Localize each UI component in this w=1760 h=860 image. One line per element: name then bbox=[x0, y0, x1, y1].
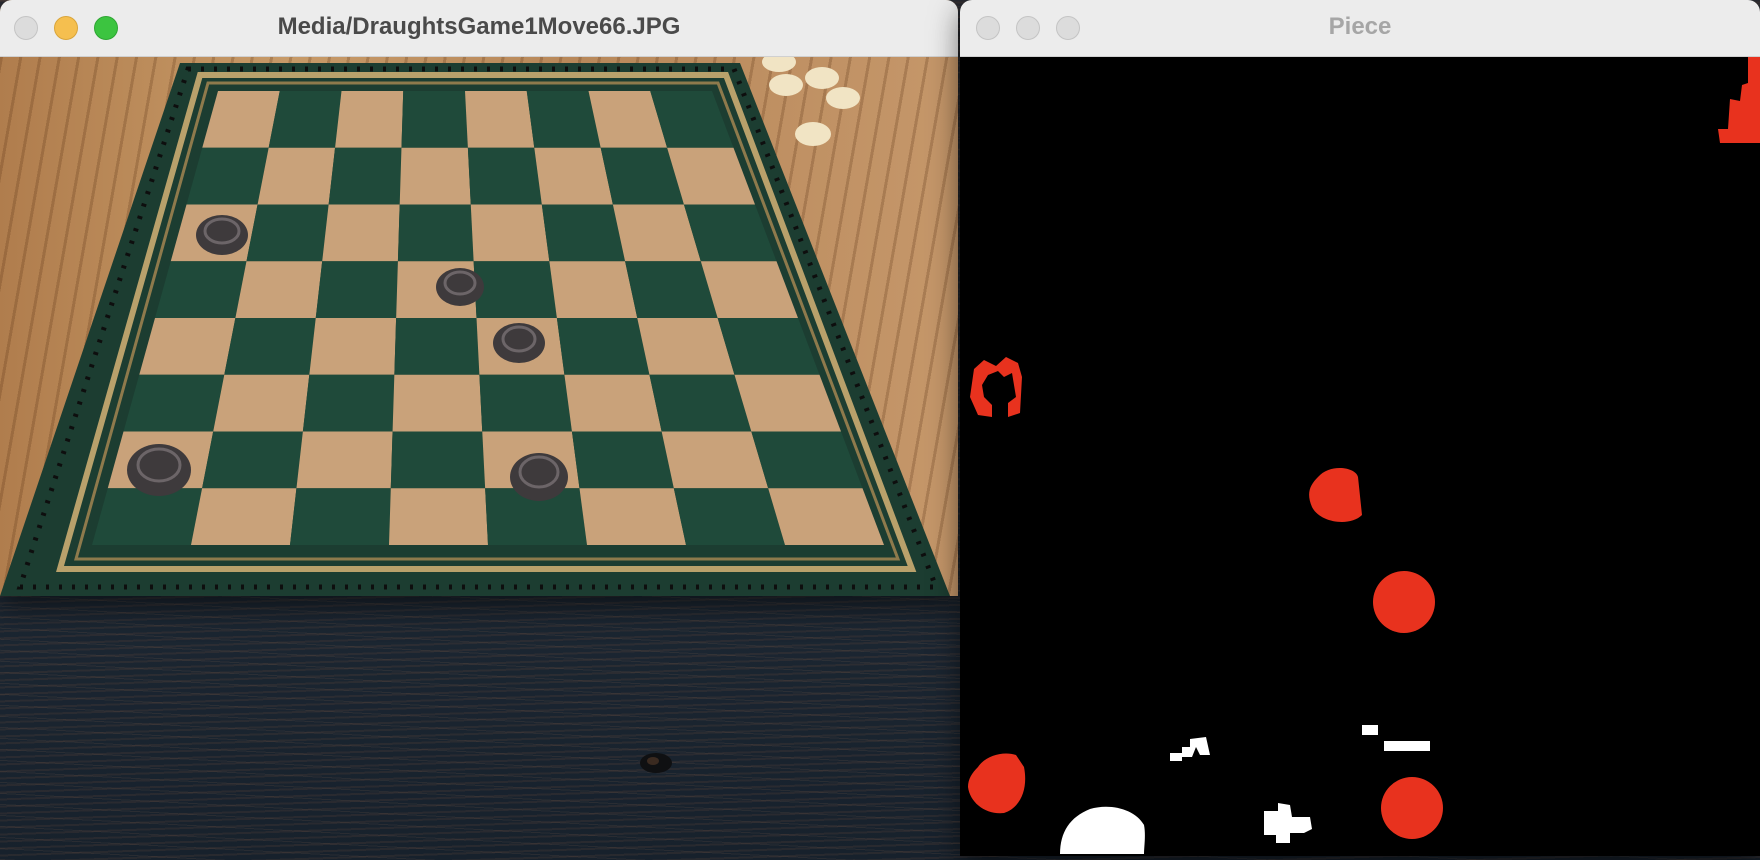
white-blob bbox=[1264, 803, 1312, 843]
piece-mask-window: Piece bbox=[960, 0, 1760, 856]
board-square bbox=[92, 488, 203, 545]
white-blob bbox=[1384, 741, 1430, 751]
red-blobs bbox=[968, 57, 1760, 839]
board-square bbox=[526, 91, 601, 148]
shell-on-water bbox=[640, 753, 672, 773]
window-title: Media/DraughtsGame1Move66.JPG bbox=[277, 13, 681, 40]
dark-piece bbox=[436, 268, 484, 306]
board-square bbox=[202, 431, 303, 489]
image-canvas bbox=[0, 57, 958, 596]
board-square bbox=[394, 318, 480, 375]
window-title: Piece bbox=[1328, 13, 1392, 40]
board-square bbox=[290, 488, 391, 545]
dark-piece bbox=[127, 444, 191, 496]
red-blob-corner bbox=[1718, 57, 1760, 143]
board-square bbox=[155, 261, 247, 318]
red-piece-blob bbox=[1381, 777, 1443, 839]
board-square bbox=[564, 374, 662, 432]
board-square bbox=[309, 318, 397, 375]
board-square bbox=[123, 374, 225, 432]
board-square bbox=[392, 374, 483, 432]
board-square bbox=[322, 204, 400, 262]
captured-light-pieces bbox=[762, 57, 860, 146]
board-square bbox=[465, 91, 535, 148]
board-square bbox=[268, 91, 342, 148]
board-square bbox=[389, 488, 488, 545]
board-square bbox=[470, 204, 550, 262]
board-square bbox=[390, 431, 486, 489]
board-square bbox=[296, 431, 393, 489]
board-square bbox=[224, 318, 316, 375]
red-piece-blob bbox=[1309, 467, 1362, 522]
board-square bbox=[302, 374, 395, 432]
white-blobs bbox=[1060, 725, 1430, 854]
dark-piece bbox=[493, 323, 545, 363]
dark-piece bbox=[510, 453, 568, 501]
board-square bbox=[213, 374, 310, 432]
mask-canvas bbox=[960, 57, 1760, 856]
board-square bbox=[571, 431, 674, 489]
board-square bbox=[649, 374, 752, 432]
white-blob bbox=[1362, 725, 1378, 735]
board-square bbox=[549, 261, 638, 318]
board-square bbox=[246, 204, 329, 262]
board-square bbox=[257, 147, 336, 205]
red-piece-blob bbox=[1373, 571, 1435, 633]
board-square bbox=[397, 204, 474, 262]
board-photo bbox=[0, 57, 950, 596]
white-blob bbox=[1060, 806, 1145, 854]
white-blob bbox=[1170, 737, 1210, 761]
board-square bbox=[315, 261, 398, 318]
board-square bbox=[473, 261, 557, 318]
board-square bbox=[541, 204, 626, 262]
image-window: Media/DraughtsGame1Move66.JPG bbox=[0, 0, 958, 596]
red-blob-partial bbox=[970, 357, 1022, 417]
title-bar[interactable]: Media/DraughtsGame1Move66.JPG bbox=[0, 0, 958, 57]
board-square bbox=[335, 91, 404, 148]
board-square bbox=[235, 261, 323, 318]
board-square bbox=[673, 488, 785, 545]
board-square bbox=[661, 431, 769, 489]
board-square bbox=[328, 147, 402, 205]
board-square bbox=[479, 374, 572, 432]
board-square bbox=[637, 318, 735, 375]
board-square bbox=[556, 318, 650, 375]
board-square bbox=[401, 91, 468, 148]
dark-piece bbox=[196, 215, 248, 255]
board-square bbox=[467, 147, 542, 205]
title-bar[interactable]: Piece bbox=[960, 0, 1760, 57]
red-piece-blob bbox=[968, 753, 1026, 814]
board-square bbox=[579, 488, 686, 545]
board-square bbox=[534, 147, 613, 205]
mask-image bbox=[968, 57, 1760, 854]
board-square bbox=[191, 488, 297, 545]
board-square bbox=[139, 318, 236, 375]
board-square bbox=[399, 147, 471, 205]
